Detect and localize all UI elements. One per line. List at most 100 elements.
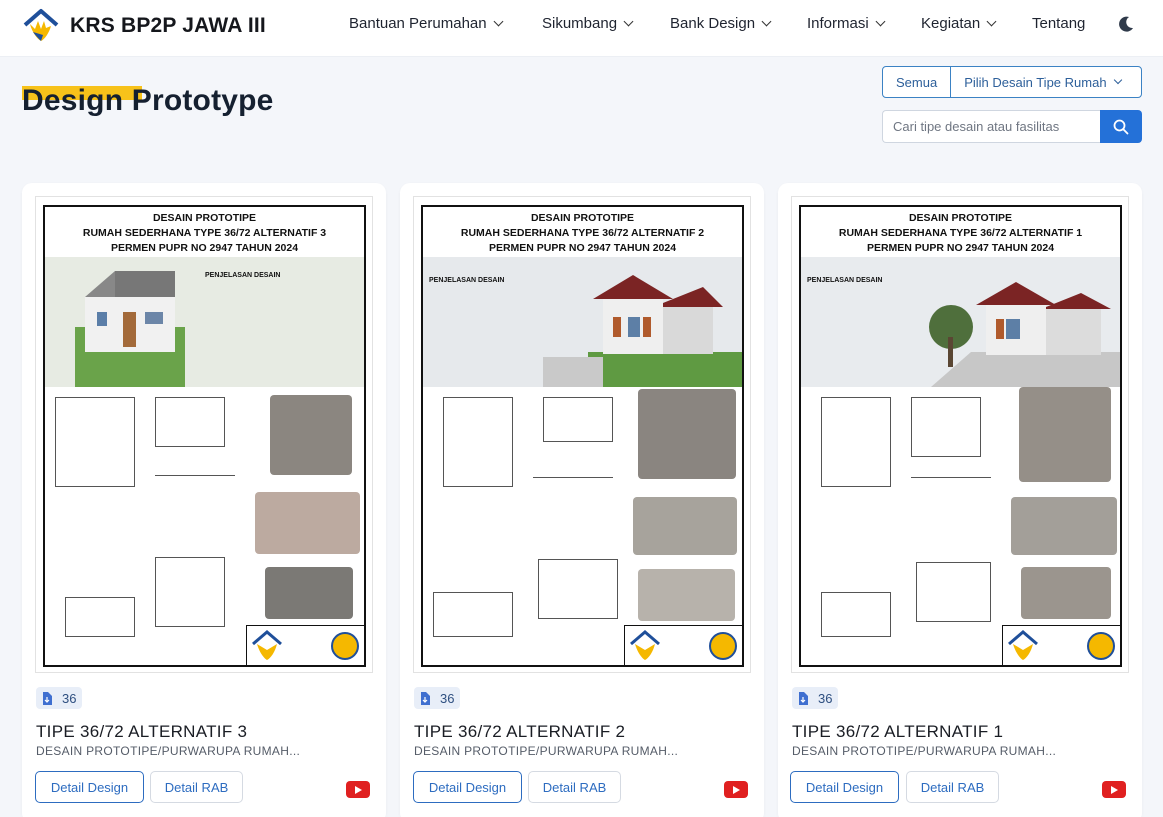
nav-sikumbang[interactable]: Sikumbang (542, 15, 634, 32)
moon-icon[interactable] (1117, 15, 1135, 33)
house-type-select[interactable]: Pilih Desain Tipe Rumah (951, 67, 1133, 97)
poster-logo-box (624, 625, 742, 665)
detail-design-button[interactable]: Detail Design (413, 771, 522, 803)
chevron-down-icon (986, 16, 997, 27)
nav-label: Informasi (807, 15, 869, 32)
nav-label: Tentang (1032, 15, 1086, 32)
section-drawing (65, 597, 135, 637)
youtube-icon[interactable] (1102, 781, 1126, 798)
nav-informasi[interactable]: Informasi (807, 15, 886, 32)
search-input[interactable] (882, 110, 1100, 143)
search-bar (882, 110, 1142, 143)
youtube-icon[interactable] (724, 781, 748, 798)
poster-heading-line: DESAIN PROTOTIPE (530, 212, 635, 224)
file-icon (799, 691, 808, 705)
side-view-drawing (155, 475, 235, 535)
file-count: 36 (440, 690, 455, 706)
filter-all-button[interactable]: Semua (883, 67, 952, 97)
search-button[interactable] (1100, 110, 1142, 143)
chevron-down-icon (875, 16, 886, 27)
brand-title: KRS BP2P JAWA III (70, 14, 266, 37)
section-drawing (433, 592, 513, 637)
card-subtitle: DESAIN PROTOTIPE/PURWARUPA RUMAH... (414, 744, 679, 758)
nav-label: Sikumbang (542, 15, 618, 32)
file-icon (421, 691, 430, 705)
floor-plan-drawing (443, 397, 513, 487)
nav-label: Bank Design (670, 15, 756, 32)
poster-heading-line: PERMEN PUPR NO 2947 TAHUN 2024 (866, 242, 1055, 254)
brand[interactable]: KRS BP2P JAWA III (22, 8, 266, 44)
poster-heading-line: PERMEN PUPR NO 2947 TAHUN 2024 (488, 242, 677, 254)
top-navbar: KRS BP2P JAWA III Bantuan Perumahan Siku… (0, 0, 1163, 57)
design-poster-image[interactable]: DESAIN PROTOTIPE RUMAH SEDERHANA TYPE 36… (35, 196, 373, 673)
file-count-badge: 36 (36, 687, 83, 709)
filter-group: Semua Pilih Desain Tipe Rumah (882, 66, 1142, 98)
nav-kegiatan[interactable]: Kegiatan (921, 15, 997, 32)
youtube-icon[interactable] (346, 781, 370, 798)
interior-render (270, 395, 352, 475)
chevron-down-icon (623, 16, 634, 27)
bedroom-render (638, 569, 735, 621)
poster-section-title: PENJELASAN DESAIN (205, 272, 281, 279)
chevron-down-icon (1113, 75, 1122, 85)
brand-logo-icon (22, 8, 60, 44)
detail-rab-button[interactable]: Detail RAB (906, 771, 999, 803)
poster-heading-line: RUMAH SEDERHANA TYPE 36/72 ALTERNATIF 3 (82, 227, 327, 239)
detail-design-button[interactable]: Detail Design (790, 771, 899, 803)
chevron-down-icon (493, 16, 504, 27)
section-drawing (155, 557, 225, 627)
floor-plan-drawing (55, 397, 135, 487)
file-count-badge: 36 (414, 687, 461, 709)
detail-rab-button[interactable]: Detail RAB (528, 771, 621, 803)
detail-design-button[interactable]: Detail Design (35, 771, 144, 803)
bedroom-render (265, 567, 353, 619)
living-room-render (255, 492, 360, 554)
detail-rab-button[interactable]: Detail RAB (150, 771, 243, 803)
page-title: Design Prototype (22, 84, 274, 117)
page-title-wrap: Design Prototype (22, 84, 274, 118)
front-view-drawing (543, 397, 613, 442)
nav-bank-design[interactable]: Bank Design (670, 15, 772, 32)
interior-render (638, 389, 736, 479)
design-poster-image[interactable]: DESAIN PROTOTIPE RUMAH SEDERHANA TYPE 36… (791, 196, 1129, 673)
section-drawing (538, 559, 618, 619)
living-room-render (1011, 497, 1117, 555)
poster-heading: DESAIN PROTOTIPE RUMAH SEDERHANA TYPE 36… (45, 211, 364, 256)
poster-heading-line: RUMAH SEDERHANA TYPE 36/72 ALTERNATIF 2 (460, 227, 705, 239)
card-title: TIPE 36/72 ALTERNATIF 1 (792, 722, 1004, 741)
poster-heading: DESAIN PROTOTIPE RUMAH SEDERHANA TYPE 36… (801, 211, 1120, 256)
nav-label: Kegiatan (921, 15, 981, 32)
poster-section-title: PENJELASAN DESAIN (807, 277, 883, 284)
design-card: DESAIN PROTOTIPE RUMAH SEDERHANA TYPE 36… (778, 183, 1142, 817)
design-poster-image[interactable]: DESAIN PROTOTIPE RUMAH SEDERHANA TYPE 36… (413, 196, 751, 673)
card-subtitle: DESAIN PROTOTIPE/PURWARUPA RUMAH... (36, 744, 301, 758)
poster-heading-line: DESAIN PROTOTIPE (908, 212, 1013, 224)
front-view-drawing (911, 397, 981, 457)
chevron-down-icon (761, 16, 772, 27)
poster-heading-line: PERMEN PUPR NO 2947 TAHUN 2024 (110, 242, 299, 254)
file-count: 36 (62, 690, 77, 706)
search-icon (1113, 119, 1129, 134)
poster-section-title: PENJELASAN DESAIN (429, 277, 505, 284)
poster-heading-line: DESAIN PROTOTIPE (152, 212, 257, 224)
poster-heading: DESAIN PROTOTIPE RUMAH SEDERHANA TYPE 36… (423, 211, 742, 256)
poster-logo-box (1002, 625, 1120, 665)
nav-bantuan-perumahan[interactable]: Bantuan Perumahan (349, 15, 504, 32)
poster-logo-box (246, 625, 364, 665)
house-type-select-label: Pilih Desain Tipe Rumah (964, 74, 1107, 90)
interior-render (1019, 387, 1111, 482)
bedroom-render (1021, 567, 1111, 619)
file-count-badge: 36 (792, 687, 839, 709)
design-card: DESAIN PROTOTIPE RUMAH SEDERHANA TYPE 36… (22, 183, 386, 817)
file-count: 36 (818, 690, 833, 706)
front-view-drawing (155, 397, 225, 447)
card-title: TIPE 36/72 ALTERNATIF 3 (36, 722, 248, 741)
floor-plan-drawing (821, 397, 891, 487)
poster-heading-line: RUMAH SEDERHANA TYPE 36/72 ALTERNATIF 1 (838, 227, 1083, 239)
nav-tentang[interactable]: Tentang (1032, 15, 1085, 32)
design-card: DESAIN PROTOTIPE RUMAH SEDERHANA TYPE 36… (400, 183, 764, 817)
card-title: TIPE 36/72 ALTERNATIF 2 (414, 722, 626, 741)
side-view-drawing (911, 477, 991, 527)
file-icon (43, 691, 52, 705)
living-room-render (633, 497, 737, 555)
